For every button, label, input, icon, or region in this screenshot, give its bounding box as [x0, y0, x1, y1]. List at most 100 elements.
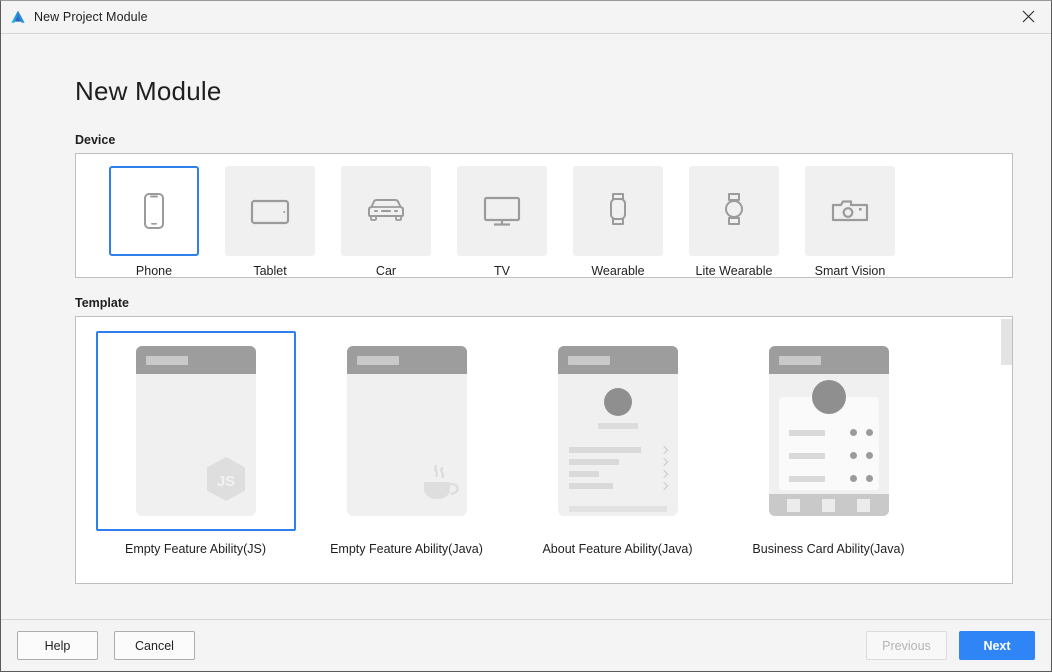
- template-card-about-feature-java: [517, 331, 718, 531]
- mock-header: [135, 346, 256, 374]
- car-icon: [363, 195, 409, 227]
- template-label-about-feature-java: About Feature Ability(Java): [542, 542, 693, 556]
- mock-list-item: [788, 452, 873, 459]
- template-label-business-card-java: Business Card Ability(Java): [752, 542, 905, 556]
- mock-body: JS: [136, 374, 256, 516]
- template-card-business-card-java: [728, 331, 929, 531]
- mock-bottom-bar: [768, 494, 889, 516]
- device-label-car: Car: [375, 264, 397, 278]
- mock-bottom-tile: [821, 498, 835, 512]
- template-label-empty-feature-js: Empty Feature Ability(JS): [124, 542, 266, 556]
- device-item-car[interactable]: Car: [328, 166, 444, 278]
- mock-avatar: [811, 380, 846, 414]
- device-item-tv[interactable]: TV: [444, 166, 560, 278]
- mock-bottom-tile: [856, 498, 870, 512]
- mock-bottom-tile: [787, 498, 801, 512]
- new-module-dialog: New Project Module New Module Device Pho…: [0, 0, 1052, 672]
- device-tile-lite-wearable: [689, 166, 779, 256]
- template-item-business-card-java[interactable]: Business Card Ability(Java): [723, 331, 934, 583]
- template-card-empty-feature-js: JS: [95, 331, 296, 531]
- mock-row-dots: [849, 475, 873, 482]
- chevron-right-icon: [659, 445, 668, 455]
- device-label-smart-vision: Smart Vision: [814, 264, 886, 278]
- mock-list-item: [788, 429, 873, 436]
- mock-body: [347, 374, 467, 516]
- page-title: New Module: [75, 76, 222, 106]
- dialog-content: New Module Device Phone Tablet Car TV We…: [1, 34, 1051, 619]
- mock-row-bar: [568, 447, 641, 453]
- template-panel: JS Empty Feature Ability(JS) Empty Featu…: [75, 316, 1013, 584]
- device-tile-car: [341, 166, 431, 256]
- device-item-lite-wearable[interactable]: Lite Wearable: [676, 166, 792, 278]
- wearable-icon: [604, 190, 632, 232]
- next-button[interactable]: Next: [959, 631, 1035, 660]
- footer-right-buttons: Previous Next: [866, 631, 1035, 660]
- template-card-empty-feature-java: [306, 331, 507, 531]
- template-item-empty-feature-js[interactable]: JS Empty Feature Ability(JS): [90, 331, 301, 583]
- device-tile-smart-vision: [805, 166, 895, 256]
- mock-header: [768, 346, 889, 374]
- mock-subtitle-bar: [597, 423, 638, 429]
- title-bar-left: New Project Module: [1, 9, 148, 25]
- template-section-label: Template: [75, 296, 129, 310]
- mock-list: [558, 444, 678, 492]
- mock-row-dots: [849, 452, 873, 459]
- window-title: New Project Module: [34, 10, 148, 24]
- mock-avatar: [603, 388, 632, 416]
- device-label-tablet: Tablet: [253, 264, 287, 278]
- device-label-lite-wearable: Lite Wearable: [695, 264, 773, 278]
- mock-header-pill: [778, 355, 821, 365]
- device-item-tablet[interactable]: Tablet: [212, 166, 328, 278]
- mock-header-pill: [567, 355, 610, 365]
- device-tile-tv: [457, 166, 547, 256]
- mock-list-item: [568, 480, 668, 492]
- close-icon[interactable]: [1005, 1, 1051, 32]
- mock-list-item: [568, 444, 668, 456]
- template-preview-business: [768, 346, 889, 516]
- mock-row-bar: [568, 471, 599, 477]
- mock-header-pill: [145, 355, 188, 365]
- device-panel: Phone Tablet Car TV Wearable Lite Wearab…: [75, 153, 1013, 278]
- tablet-icon: [248, 194, 292, 228]
- chevron-right-icon: [659, 457, 668, 467]
- template-label-empty-feature-java: Empty Feature Ability(Java): [330, 542, 483, 556]
- java-coffee-icon: [419, 462, 459, 509]
- device-tile-phone: [109, 166, 199, 256]
- template-preview-about: [557, 346, 678, 516]
- mock-body: [558, 388, 678, 516]
- camera-icon: [829, 194, 871, 228]
- tv-icon: [480, 193, 524, 229]
- device-tile-wearable: [573, 166, 663, 256]
- mock-row-dots: [849, 429, 873, 436]
- dialog-footer: Help Cancel Previous Next: [1, 619, 1051, 671]
- mock-header: [346, 346, 467, 374]
- template-scrollbar-thumb[interactable]: [1001, 319, 1012, 365]
- template-item-empty-feature-java[interactable]: Empty Feature Ability(Java): [301, 331, 512, 583]
- mock-header: [557, 346, 678, 374]
- device-label-phone: Phone: [135, 264, 173, 278]
- mock-footer-bar: [568, 506, 667, 512]
- device-item-phone[interactable]: Phone: [96, 166, 212, 278]
- mock-row-bar: [788, 429, 825, 436]
- lite-wearable-icon: [720, 190, 748, 232]
- mock-list-item: [568, 456, 668, 468]
- mock-row-bar: [568, 459, 619, 465]
- device-item-smart-vision[interactable]: Smart Vision: [792, 166, 908, 278]
- deveco-logo-icon: [10, 9, 26, 25]
- device-section-label: Device: [75, 133, 116, 147]
- device-label-tv: TV: [494, 264, 510, 278]
- template-preview-java: [346, 346, 467, 516]
- title-bar: New Project Module: [1, 1, 1051, 34]
- template-scrollbar[interactable]: [1001, 317, 1012, 583]
- footer-left-buttons: Help Cancel: [17, 631, 195, 660]
- phone-icon: [139, 190, 169, 232]
- help-button[interactable]: Help: [17, 631, 98, 660]
- device-item-wearable[interactable]: Wearable: [560, 166, 676, 278]
- template-item-about-feature-java[interactable]: About Feature Ability(Java): [512, 331, 723, 583]
- device-tile-tablet: [225, 166, 315, 256]
- previous-button[interactable]: Previous: [866, 631, 947, 660]
- mock-row-bar: [568, 483, 613, 489]
- mock-list-item: [568, 468, 668, 480]
- mock-body: [768, 374, 889, 516]
- cancel-button[interactable]: Cancel: [114, 631, 195, 660]
